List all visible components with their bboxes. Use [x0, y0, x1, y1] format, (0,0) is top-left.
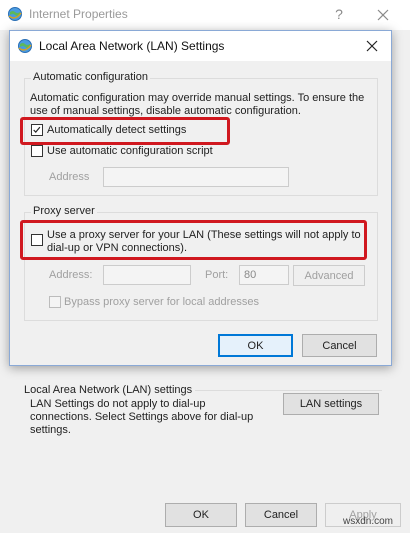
proxy-address-label: Address: — [49, 269, 93, 281]
titlebar: Internet Properties ? — [0, 0, 410, 30]
internet-globe-icon — [8, 7, 22, 21]
group-title: Local Area Network (LAN) settings — [24, 384, 196, 396]
ok-button[interactable]: OK — [218, 334, 293, 357]
close-icon — [377, 9, 389, 21]
button-label: Advanced — [304, 269, 354, 282]
button-label: LAN settings — [299, 398, 363, 410]
button-label: Cancel — [322, 339, 357, 352]
close-icon — [366, 40, 378, 52]
proxy-server-group: Proxy server Use a proxy server for your… — [24, 205, 378, 321]
script-address-input[interactable] — [103, 167, 289, 187]
dialog-close-button[interactable] — [362, 36, 382, 56]
proxy-address-input[interactable] — [103, 265, 191, 285]
port-input[interactable] — [239, 265, 289, 285]
window-title: Internet Properties — [29, 7, 128, 21]
checkmark-icon — [33, 126, 41, 133]
bypass-local-label[interactable]: Bypass proxy server for local addresses — [64, 296, 259, 309]
cancel-button[interactable]: Cancel — [245, 503, 317, 527]
group-title: Proxy server — [31, 205, 97, 217]
internet-globe-icon — [18, 39, 32, 53]
close-button[interactable] — [372, 4, 394, 26]
use-proxy-checkbox[interactable] — [31, 234, 43, 246]
auto-detect-checkbox[interactable] — [31, 124, 43, 136]
ok-button[interactable]: OK — [165, 503, 237, 527]
button-label: OK — [193, 509, 209, 521]
automatic-configuration-group: Automatic configuration Automatic config… — [24, 71, 378, 196]
watermark: wsxdn.com — [343, 516, 394, 527]
button-label: OK — [247, 339, 264, 352]
dialog-titlebar: Local Area Network (LAN) Settings — [10, 31, 391, 61]
button-label: Cancel — [263, 509, 299, 521]
lan-settings-note: LAN Settings do not apply to dial-up con… — [30, 398, 254, 436]
use-proxy-label[interactable]: Use a proxy server for your LAN (These s… — [47, 229, 373, 255]
port-label: Port: — [205, 269, 229, 281]
group-title: Automatic configuration — [31, 71, 150, 83]
lan-settings-dialog: Local Area Network (LAN) Settings Automa… — [9, 30, 392, 366]
auto-detect-label[interactable]: Automatically detect settings — [47, 124, 186, 137]
cancel-button[interactable]: Cancel — [302, 334, 377, 357]
use-config-script-label[interactable]: Use automatic configuration script — [47, 145, 213, 158]
help-button[interactable]: ? — [328, 4, 350, 26]
lan-settings-group: Local Area Network (LAN) settings LAN Se… — [16, 384, 382, 444]
use-config-script-checkbox[interactable] — [31, 145, 43, 157]
dialog-title: Local Area Network (LAN) Settings — [39, 39, 225, 53]
auto-config-description: Automatic configuration may override man… — [30, 92, 365, 117]
divider — [176, 390, 382, 391]
advanced-button[interactable]: Advanced — [293, 265, 365, 286]
address-label: Address — [49, 171, 90, 183]
bypass-local-checkbox[interactable] — [49, 296, 61, 308]
lan-settings-button[interactable]: LAN settings — [283, 393, 379, 415]
